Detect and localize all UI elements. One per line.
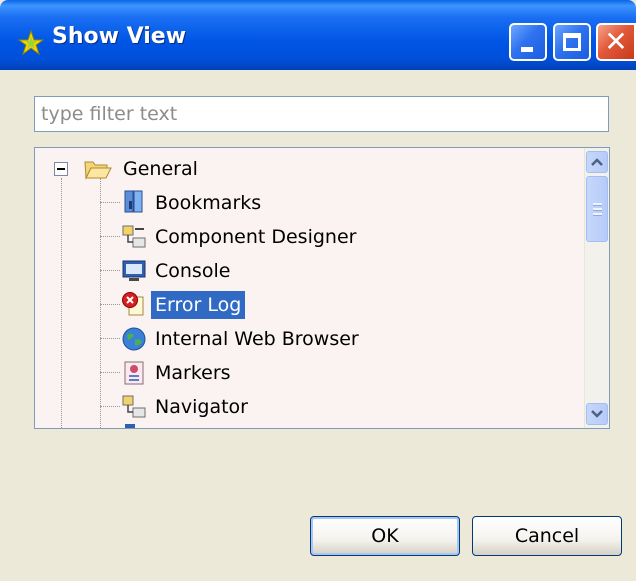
cancel-button[interactable]: Cancel <box>472 516 622 556</box>
tree-scrollbar[interactable] <box>584 148 609 428</box>
folder-open-icon <box>84 161 112 180</box>
tree-item-label: Internal Web Browser <box>155 328 359 350</box>
scroll-grip <box>593 208 602 211</box>
tree-item-error-log[interactable]: Error Log <box>35 290 575 322</box>
error-log-icon <box>122 292 144 316</box>
filter-input[interactable]: type filter text <box>34 96 609 132</box>
chevron-up-icon <box>591 158 603 166</box>
maximize-button[interactable] <box>553 23 591 61</box>
tree-item-component-designer[interactable]: Component Designer <box>35 222 575 254</box>
scroll-up-button[interactable] <box>586 151 608 173</box>
window-title: Show View <box>52 24 187 49</box>
tree-item-label: Component Designer <box>155 226 357 248</box>
tree-item-internal-web-browser[interactable]: Internal Web Browser <box>35 324 575 356</box>
tree-item-label: Navigator <box>155 396 248 418</box>
minimize-icon <box>521 47 533 52</box>
maximize-icon <box>563 33 581 51</box>
collapse-toggle-icon[interactable] <box>54 162 68 176</box>
tree-item-label: Console <box>155 260 231 282</box>
tree-item-partial-icon <box>125 424 135 428</box>
tree-item-label: Error Log <box>151 291 246 319</box>
component-designer-icon <box>122 225 146 248</box>
console-icon <box>122 260 146 281</box>
tree-item-label: Markers <box>155 362 231 384</box>
tree-item-navigator[interactable]: Navigator <box>35 392 575 424</box>
close-icon: ✕ <box>604 25 628 58</box>
tree-item-label: General <box>123 158 198 180</box>
title-bar[interactable]: Show View ✕ <box>0 0 636 70</box>
tree-item-label: Bookmarks <box>155 192 262 214</box>
star-icon <box>18 30 44 56</box>
scroll-thumb[interactable] <box>586 176 608 242</box>
scroll-grip <box>593 203 602 206</box>
chevron-down-icon <box>591 410 603 418</box>
show-view-dialog: Show View ✕ type filter text General Boo… <box>0 0 636 581</box>
bookmarks-icon <box>124 190 143 213</box>
tree-item-markers[interactable]: Markers <box>35 358 575 390</box>
close-button[interactable]: ✕ <box>596 23 636 61</box>
tree-item-console[interactable]: Console <box>35 256 575 288</box>
tree-item-bookmarks[interactable]: Bookmarks <box>35 188 575 220</box>
scroll-down-button[interactable] <box>586 403 608 425</box>
navigator-icon <box>122 395 146 418</box>
globe-icon <box>122 327 146 351</box>
markers-icon <box>124 361 144 385</box>
view-tree[interactable]: General Bookmarks Component Designer Con… <box>34 147 610 429</box>
minimize-button[interactable] <box>509 23 547 61</box>
ok-button[interactable]: OK <box>310 516 460 556</box>
tree-item-general[interactable]: General <box>35 154 575 186</box>
scroll-grip <box>593 213 602 216</box>
